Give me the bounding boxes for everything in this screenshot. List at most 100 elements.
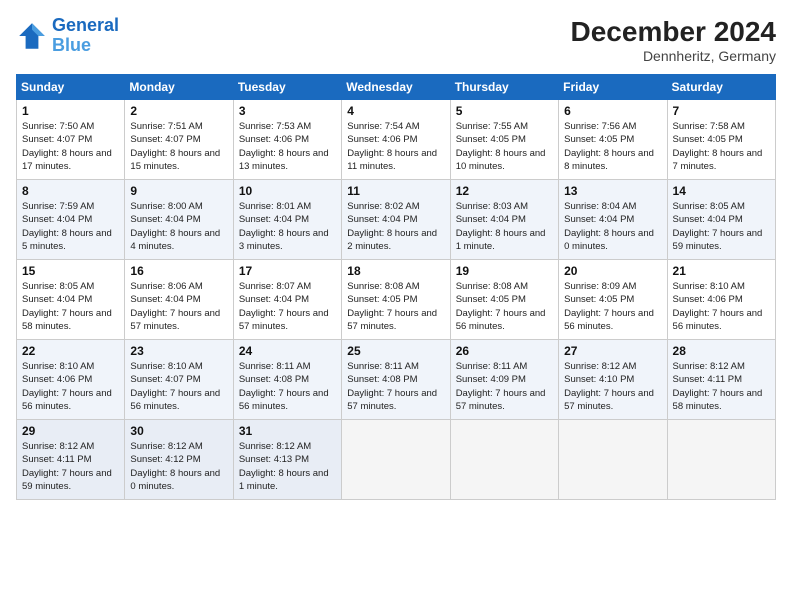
calendar-cell: 9Sunrise: 8:00 AMSunset: 4:04 PMDaylight… <box>125 180 233 260</box>
weekday-header-monday: Monday <box>125 75 233 100</box>
title-block: December 2024 Dennheritz, Germany <box>571 16 776 64</box>
day-number: 27 <box>564 344 661 358</box>
day-info: Sunrise: 8:07 AMSunset: 4:04 PMDaylight:… <box>239 280 336 333</box>
day-number: 13 <box>564 184 661 198</box>
day-info: Sunrise: 8:04 AMSunset: 4:04 PMDaylight:… <box>564 200 661 253</box>
day-number: 4 <box>347 104 444 118</box>
calendar-cell: 31 Sunrise: 8:12 AMSunset: 4:13 PMDayligh… <box>233 420 341 500</box>
day-info: Sunrise: 8:12 AMSunset: 4:11 PMDaylight:… <box>673 360 770 413</box>
day-number: 29 <box>22 424 119 438</box>
day-info: Sunrise: 8:08 AMSunset: 4:05 PMDaylight:… <box>347 280 444 333</box>
day-number: 2 <box>130 104 227 118</box>
day-info: Sunrise: 8:11 AMSunset: 4:09 PMDaylight:… <box>456 360 553 413</box>
logo-text: General Blue <box>52 16 119 56</box>
calendar-cell: 24 Sunrise: 8:11 AMSunset: 4:08 PMDayligh… <box>233 340 341 420</box>
calendar-cell: 16Sunrise: 8:06 AMSunset: 4:04 PMDayligh… <box>125 260 233 340</box>
day-info: Sunrise: 8:12 AMSunset: 4:13 PMDaylight:… <box>239 440 336 493</box>
day-info: Sunrise: 8:09 AMSunset: 4:05 PMDaylight:… <box>564 280 661 333</box>
day-number: 20 <box>564 264 661 278</box>
day-number: 14 <box>673 184 770 198</box>
calendar-cell: 21 Sunrise: 8:10 AMSunset: 4:06 PMDayligh… <box>667 260 775 340</box>
weekday-header-saturday: Saturday <box>667 75 775 100</box>
calendar-cell: 3Sunrise: 7:53 AMSunset: 4:06 PMDaylight… <box>233 100 341 180</box>
day-number: 11 <box>347 184 444 198</box>
calendar-cell: 18 Sunrise: 8:08 AMSunset: 4:05 PMDayligh… <box>342 260 450 340</box>
day-number: 19 <box>456 264 553 278</box>
weekday-header-sunday: Sunday <box>17 75 125 100</box>
day-number: 10 <box>239 184 336 198</box>
day-info: Sunrise: 8:01 AMSunset: 4:04 PMDaylight:… <box>239 200 336 253</box>
weekday-header-row: SundayMondayTuesdayWednesdayThursdayFrid… <box>17 75 776 100</box>
calendar-cell: 17 Sunrise: 8:07 AMSunset: 4:04 PMDayligh… <box>233 260 341 340</box>
day-info: Sunrise: 7:58 AMSunset: 4:05 PMDaylight:… <box>673 120 770 173</box>
day-info: Sunrise: 8:10 AMSunset: 4:07 PMDaylight:… <box>130 360 227 413</box>
day-number: 18 <box>347 264 444 278</box>
day-number: 15 <box>22 264 119 278</box>
calendar-cell <box>342 420 450 500</box>
weekday-header-tuesday: Tuesday <box>233 75 341 100</box>
logo-icon <box>16 20 48 52</box>
calendar-cell: 7Sunrise: 7:58 AMSunset: 4:05 PMDaylight… <box>667 100 775 180</box>
day-info: Sunrise: 8:10 AMSunset: 4:06 PMDaylight:… <box>673 280 770 333</box>
day-info: Sunrise: 8:05 AMSunset: 4:04 PMDaylight:… <box>22 280 119 333</box>
week-row-2: 8 Sunrise: 7:59 AMSunset: 4:04 PMDaylight… <box>17 180 776 260</box>
calendar-cell: 27 Sunrise: 8:12 AMSunset: 4:10 PMDayligh… <box>559 340 667 420</box>
day-number: 5 <box>456 104 553 118</box>
day-number: 28 <box>673 344 770 358</box>
day-number: 24 <box>239 344 336 358</box>
day-info: Sunrise: 8:12 AMSunset: 4:12 PMDaylight:… <box>130 440 227 493</box>
day-info: Sunrise: 8:03 AMSunset: 4:04 PMDaylight:… <box>456 200 553 253</box>
calendar-cell: 6Sunrise: 7:56 AMSunset: 4:05 PMDaylight… <box>559 100 667 180</box>
day-number: 8 <box>22 184 119 198</box>
location: Dennheritz, Germany <box>571 48 776 64</box>
calendar-cell: 12 Sunrise: 8:03 AMSunset: 4:04 PMDayligh… <box>450 180 558 260</box>
calendar-cell: 15 Sunrise: 8:05 AMSunset: 4:04 PMDayligh… <box>17 260 125 340</box>
day-info: Sunrise: 7:56 AMSunset: 4:05 PMDaylight:… <box>564 120 661 173</box>
day-info: Sunrise: 8:12 AMSunset: 4:10 PMDaylight:… <box>564 360 661 413</box>
day-number: 17 <box>239 264 336 278</box>
weekday-header-friday: Friday <box>559 75 667 100</box>
month-title: December 2024 <box>571 16 776 48</box>
day-number: 23 <box>130 344 227 358</box>
day-info: Sunrise: 8:00 AMSunset: 4:04 PMDaylight:… <box>130 200 227 253</box>
weekday-header-thursday: Thursday <box>450 75 558 100</box>
day-info: Sunrise: 8:08 AMSunset: 4:05 PMDaylight:… <box>456 280 553 333</box>
day-number: 25 <box>347 344 444 358</box>
calendar-cell: 2Sunrise: 7:51 AMSunset: 4:07 PMDaylight… <box>125 100 233 180</box>
calendar-cell: 30Sunrise: 8:12 AMSunset: 4:12 PMDayligh… <box>125 420 233 500</box>
calendar-cell: 1Sunrise: 7:50 AMSunset: 4:07 PMDaylight… <box>17 100 125 180</box>
day-number: 1 <box>22 104 119 118</box>
calendar-cell <box>667 420 775 500</box>
week-row-5: 29Sunrise: 8:12 AMSunset: 4:11 PMDayligh… <box>17 420 776 500</box>
day-number: 12 <box>456 184 553 198</box>
calendar-cell: 13 Sunrise: 8:04 AMSunset: 4:04 PMDayligh… <box>559 180 667 260</box>
calendar-cell: 4Sunrise: 7:54 AMSunset: 4:06 PMDaylight… <box>342 100 450 180</box>
weekday-header-wednesday: Wednesday <box>342 75 450 100</box>
day-info: Sunrise: 8:05 AMSunset: 4:04 PMDaylight:… <box>673 200 770 253</box>
calendar-cell: 14 Sunrise: 8:05 AMSunset: 4:04 PMDayligh… <box>667 180 775 260</box>
week-row-1: 1Sunrise: 7:50 AMSunset: 4:07 PMDaylight… <box>17 100 776 180</box>
calendar-cell <box>450 420 558 500</box>
calendar-cell: 19 Sunrise: 8:08 AMSunset: 4:05 PMDayligh… <box>450 260 558 340</box>
day-info: Sunrise: 7:55 AMSunset: 4:05 PMDaylight:… <box>456 120 553 173</box>
day-number: 26 <box>456 344 553 358</box>
calendar-cell: 8 Sunrise: 7:59 AMSunset: 4:04 PMDaylight… <box>17 180 125 260</box>
calendar-cell: 25 Sunrise: 8:11 AMSunset: 4:08 PMDayligh… <box>342 340 450 420</box>
day-number: 31 <box>239 424 336 438</box>
calendar-cell: 29Sunrise: 8:12 AMSunset: 4:11 PMDayligh… <box>17 420 125 500</box>
day-number: 16 <box>130 264 227 278</box>
calendar: SundayMondayTuesdayWednesdayThursdayFrid… <box>16 74 776 500</box>
day-number: 21 <box>673 264 770 278</box>
day-info: Sunrise: 8:10 AMSunset: 4:06 PMDaylight:… <box>22 360 119 413</box>
day-number: 22 <box>22 344 119 358</box>
calendar-cell: 26 Sunrise: 8:11 AMSunset: 4:09 PMDayligh… <box>450 340 558 420</box>
calendar-cell: 5 Sunrise: 7:55 AMSunset: 4:05 PMDaylight… <box>450 100 558 180</box>
day-info: Sunrise: 7:59 AMSunset: 4:04 PMDaylight:… <box>22 200 119 253</box>
calendar-cell: 11 Sunrise: 8:02 AMSunset: 4:04 PMDayligh… <box>342 180 450 260</box>
day-info: Sunrise: 8:11 AMSunset: 4:08 PMDaylight:… <box>239 360 336 413</box>
page-header: General Blue December 2024 Dennheritz, G… <box>16 16 776 64</box>
day-info: Sunrise: 8:02 AMSunset: 4:04 PMDaylight:… <box>347 200 444 253</box>
week-row-3: 15 Sunrise: 8:05 AMSunset: 4:04 PMDayligh… <box>17 260 776 340</box>
day-info: Sunrise: 8:11 AMSunset: 4:08 PMDaylight:… <box>347 360 444 413</box>
week-row-4: 22 Sunrise: 8:10 AMSunset: 4:06 PMDayligh… <box>17 340 776 420</box>
